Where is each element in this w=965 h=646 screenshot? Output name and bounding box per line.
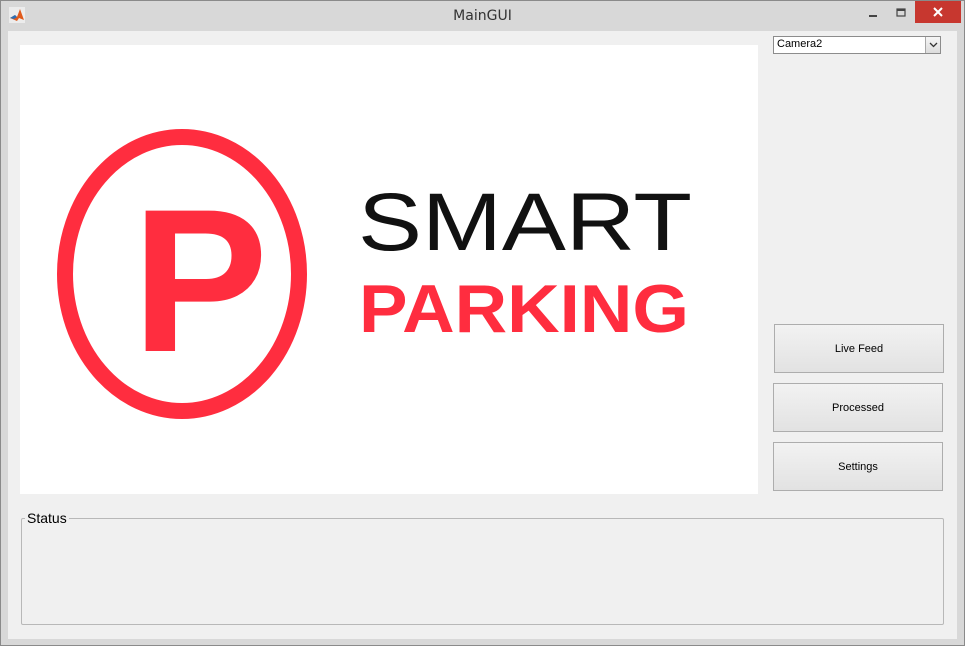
maximize-button[interactable] xyxy=(887,1,915,23)
title-bar[interactable]: MainGUI xyxy=(1,1,964,31)
status-label: Status xyxy=(25,510,69,526)
client-area: P SMART PARKING Camera2 Live Feed Proces… xyxy=(8,31,957,639)
main-window: MainGUI P SMART PARKING Camera2 Live Fee… xyxy=(0,0,965,646)
smart-parking-logo: P SMART PARKING xyxy=(57,129,692,419)
maximize-icon xyxy=(896,3,906,22)
logo-parking-text: PARKING xyxy=(359,271,689,347)
close-icon xyxy=(932,3,944,22)
window-title: MainGUI xyxy=(453,8,512,24)
logo-smart-text: SMART xyxy=(358,177,692,268)
camera-select-value: Camera2 xyxy=(777,38,823,50)
status-panel xyxy=(21,518,944,625)
live-feed-button[interactable]: Live Feed xyxy=(774,324,944,373)
minimize-icon xyxy=(868,3,878,22)
image-display: P SMART PARKING xyxy=(20,45,758,494)
minimize-button[interactable] xyxy=(859,1,887,23)
settings-button[interactable]: Settings xyxy=(773,442,943,491)
chevron-down-icon[interactable] xyxy=(925,37,940,53)
logo-p-letter: P xyxy=(132,167,268,395)
processed-button[interactable]: Processed xyxy=(773,383,943,432)
close-button[interactable] xyxy=(915,1,961,23)
camera-select[interactable]: Camera2 xyxy=(773,36,941,54)
